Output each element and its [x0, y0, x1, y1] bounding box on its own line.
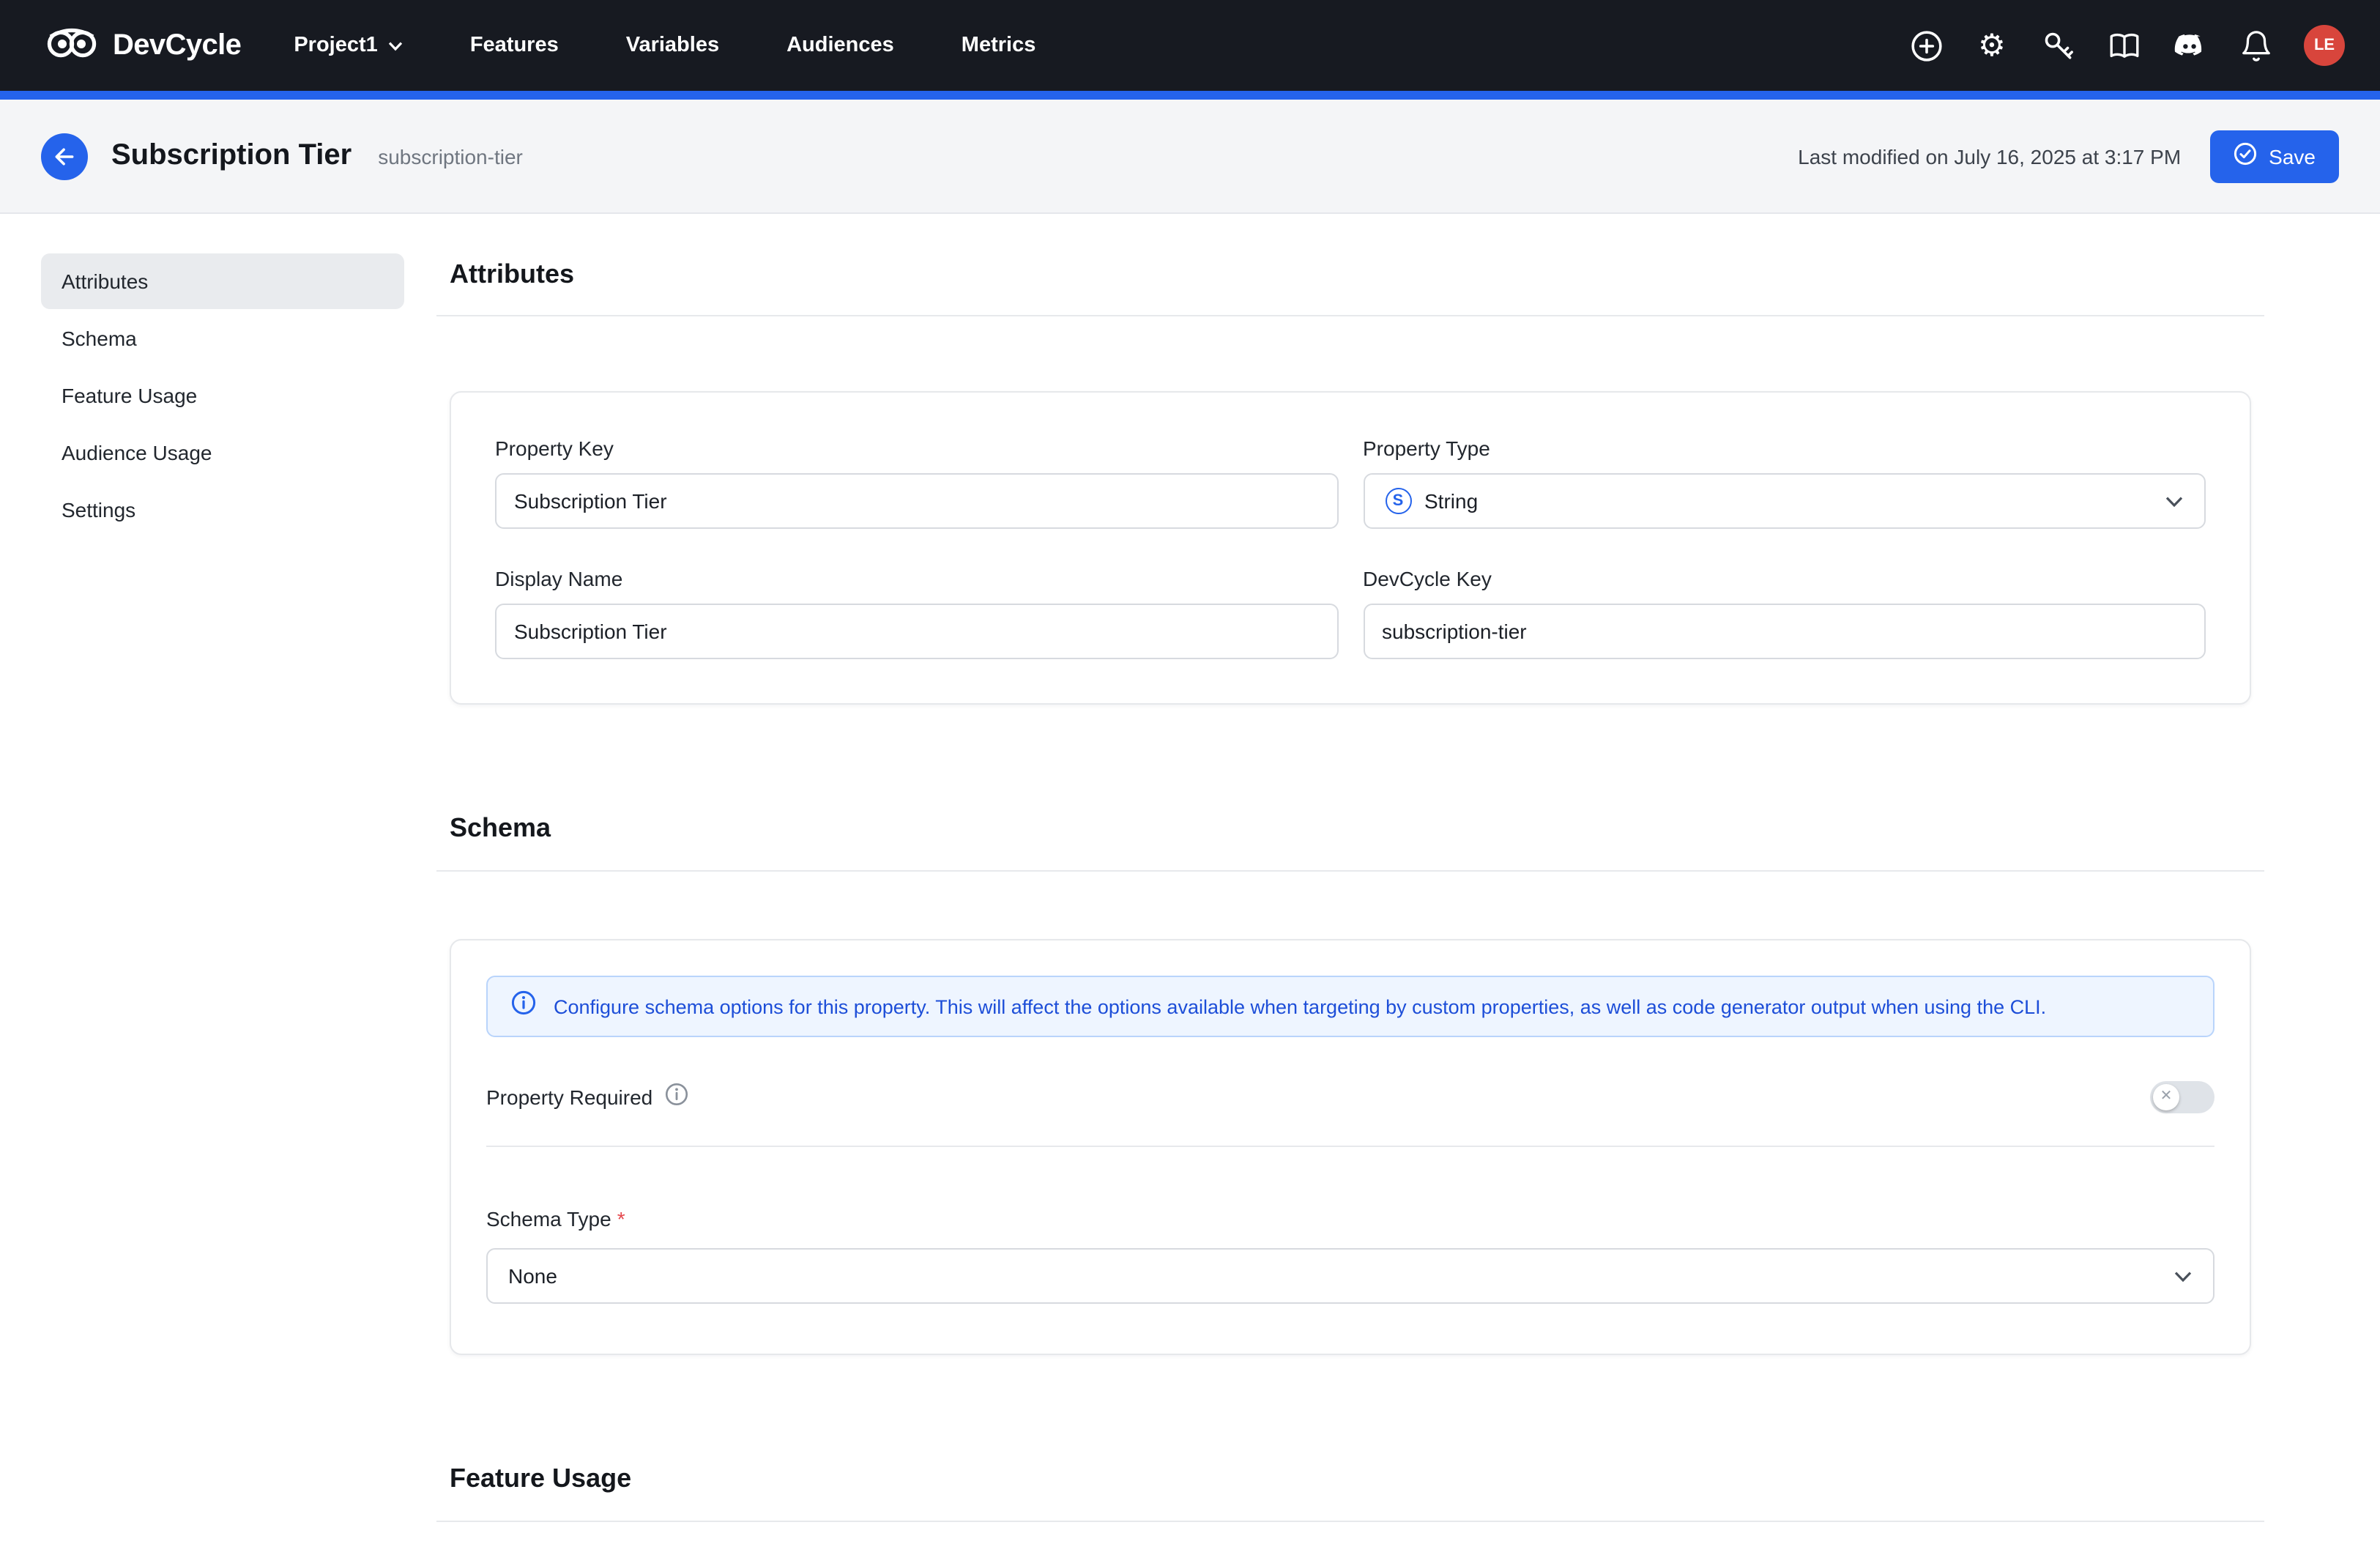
devcycle-logo[interactable]: DevCycle — [44, 22, 241, 69]
nav-item-metrics[interactable]: Metrics — [962, 34, 1036, 57]
main-nav: Project1 Features Variables Audiences Me… — [294, 34, 1035, 57]
book-icon[interactable] — [2106, 28, 2141, 63]
save-button[interactable]: Save — [2210, 130, 2339, 182]
property-type-label: Property Type — [1363, 437, 2206, 460]
property-type-select[interactable]: S String — [1363, 473, 2206, 529]
devcycle-key-field: DevCycle Key — [1363, 567, 2206, 659]
header-actions: Last modified on July 16, 2025 at 3:17 P… — [1798, 130, 2339, 182]
property-type-field: Property Type S String — [1363, 437, 2206, 529]
check-circle-icon — [2234, 142, 2257, 170]
schema-type-label: Schema Type — [486, 1207, 611, 1231]
app-window: DevCycle Project1 Features Variables Aud… — [0, 0, 2380, 1566]
nav-item-project[interactable]: Project1 — [294, 34, 402, 57]
sidebar-item-attributes[interactable]: Attributes — [41, 253, 404, 309]
sidebar-item-schema[interactable]: Schema — [41, 311, 404, 366]
main-panel: Attributes Property Key Property Type S … — [436, 253, 2264, 1522]
page-body: Attributes Schema Feature Usage Audience… — [0, 214, 2380, 1522]
attributes-section-title: Attributes — [450, 259, 2264, 290]
attributes-card: Property Key Property Type S String — [450, 391, 2251, 705]
last-modified-text: Last modified on July 16, 2025 at 3:17 P… — [1798, 144, 2181, 168]
schema-info-banner: Configure schema options for this proper… — [486, 976, 2214, 1037]
feature-usage-section-title: Feature Usage — [450, 1463, 2264, 1494]
top-navbar: DevCycle Project1 Features Variables Aud… — [0, 0, 2380, 91]
page-header: Subscription Tier subscription-tier Last… — [0, 100, 2380, 214]
schema-type-select[interactable]: None — [486, 1248, 2214, 1304]
schema-section-title: Schema — [450, 813, 2264, 844]
property-required-label: Property Required — [486, 1086, 652, 1109]
display-name-label: Display Name — [495, 567, 1338, 590]
toggle-off-x-icon: ✕ — [2153, 1084, 2179, 1110]
display-name-field: Display Name — [495, 567, 1338, 659]
bell-icon[interactable] — [2238, 28, 2273, 63]
schema-card: Configure schema options for this proper… — [450, 939, 2251, 1355]
nav-item-audiences[interactable]: Audiences — [786, 34, 894, 57]
devcycle-key-label: DevCycle Key — [1363, 567, 2206, 590]
key-icon[interactable] — [2040, 28, 2075, 63]
schema-type-field: Schema Type* None — [486, 1207, 2214, 1304]
property-required-info-icon[interactable] — [664, 1082, 688, 1113]
required-marker: * — [617, 1207, 625, 1231]
brand-name: DevCycle — [113, 29, 241, 62]
info-icon — [511, 990, 536, 1023]
property-key-field: Property Key — [495, 437, 1338, 529]
sidebar-item-audience-usage[interactable]: Audience Usage — [41, 425, 404, 480]
accent-bar — [0, 91, 2380, 100]
property-key-label: Property Key — [495, 437, 1338, 460]
chevron-down-icon — [388, 34, 403, 57]
gear-icon[interactable]: ⚙ — [1974, 28, 2009, 63]
plus-circle-icon[interactable] — [1908, 28, 1944, 63]
schema-section-header: Schema — [436, 801, 2264, 872]
property-required-row: Property Required ✕ — [486, 1081, 2214, 1147]
page-subtitle: subscription-tier — [378, 144, 523, 168]
navbar-actions: ⚙ — [1908, 25, 2345, 66]
chevron-down-icon — [2173, 1269, 2193, 1283]
property-type-value: String — [1424, 489, 1478, 513]
nav-item-variables[interactable]: Variables — [626, 34, 719, 57]
back-button[interactable] — [41, 133, 88, 179]
display-name-input[interactable] — [495, 604, 1338, 659]
nav-item-features[interactable]: Features — [470, 34, 559, 57]
chevron-down-icon — [2165, 494, 2184, 508]
property-key-input[interactable] — [495, 473, 1338, 529]
string-type-icon: S — [1385, 488, 1411, 514]
attributes-section-header: Attributes — [436, 253, 2264, 316]
sidebar-item-settings[interactable]: Settings — [41, 482, 404, 538]
page-title: Subscription Tier — [111, 139, 352, 173]
property-required-toggle[interactable]: ✕ — [2150, 1081, 2214, 1113]
discord-icon[interactable] — [2172, 28, 2207, 63]
section-sidebar: Attributes Schema Feature Usage Audience… — [41, 253, 404, 1522]
feature-usage-section-header: Feature Usage — [436, 1452, 2264, 1522]
schema-info-text: Configure schema options for this proper… — [554, 995, 2046, 1017]
devcycle-logo-icon — [44, 22, 100, 69]
sidebar-item-feature-usage[interactable]: Feature Usage — [41, 368, 404, 423]
devcycle-key-input[interactable] — [1363, 604, 2206, 659]
schema-type-value: None — [508, 1264, 557, 1288]
user-avatar[interactable]: LE — [2304, 25, 2345, 66]
